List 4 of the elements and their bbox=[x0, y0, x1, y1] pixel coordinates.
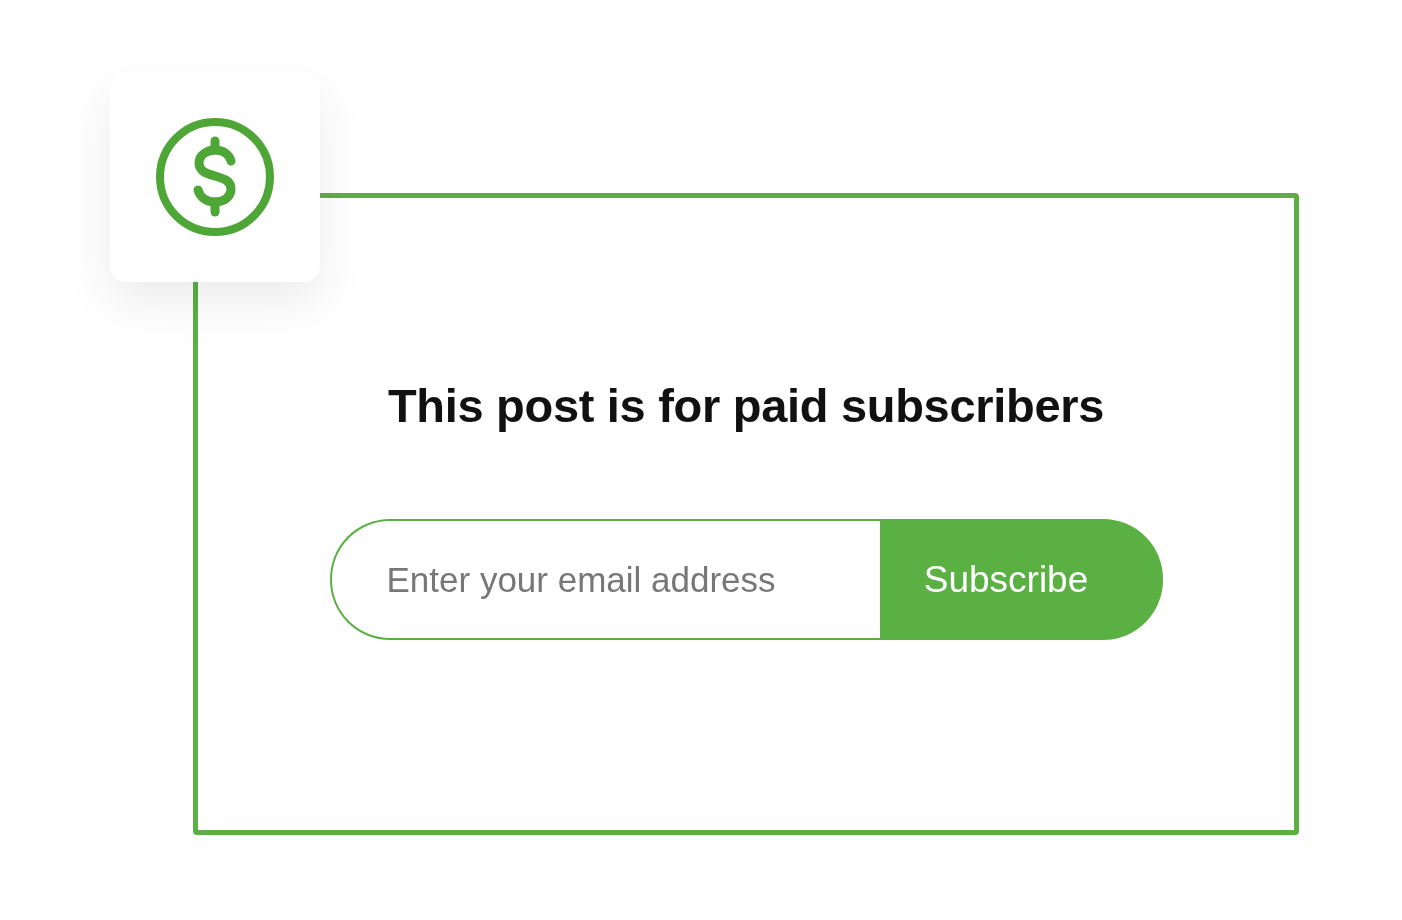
dollar-icon bbox=[155, 117, 275, 237]
paywall-heading: This post is for paid subscribers bbox=[387, 378, 1105, 433]
email-field[interactable]: Enter your email address bbox=[329, 519, 880, 640]
subscribe-button[interactable]: Subscribe bbox=[879, 519, 1163, 640]
